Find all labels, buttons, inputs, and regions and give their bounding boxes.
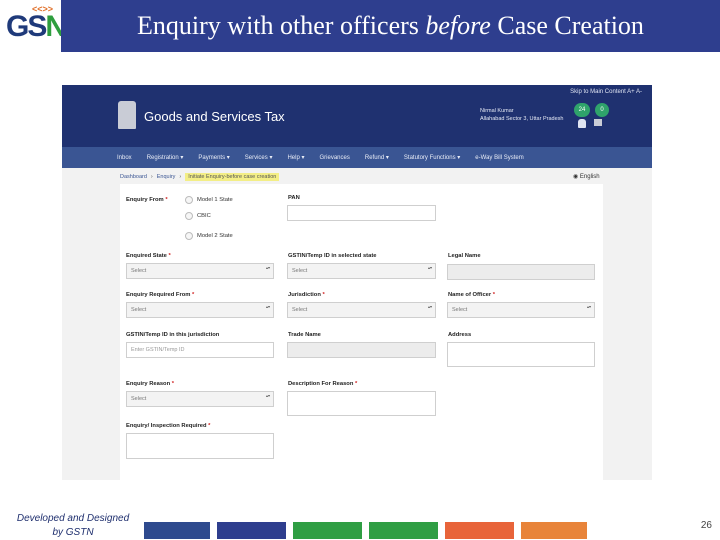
address-label: Address — [448, 332, 472, 338]
slide-title: Enquiry with other officers before Case … — [61, 0, 720, 52]
nav-services[interactable]: Services ▾ — [245, 154, 273, 161]
nav-payments[interactable]: Payments ▾ — [198, 154, 229, 161]
trade-name-field — [287, 342, 436, 358]
gstin-selected-state-select[interactable]: Select — [287, 263, 436, 279]
message-badge[interactable]: 0 — [595, 103, 609, 117]
national-emblem-icon — [118, 101, 136, 129]
jurisdiction-label: Jurisdiction * — [288, 292, 325, 298]
radio-model2-label: Model 2 State — [197, 233, 233, 239]
address-field — [447, 342, 595, 367]
breadcrumb: Dashboard › Enquiry › Initiate Enquiry-b… — [120, 173, 280, 181]
gstin-selected-state-label: GSTIN/Temp ID in selected state — [288, 253, 377, 259]
footer-swatch — [521, 522, 587, 539]
description-reason-label: Description For Reason * — [288, 381, 358, 387]
gstin-jurisdiction-input[interactable]: Enter GSTIN/Temp ID — [126, 342, 274, 358]
enquiry-inspection-label: Enquiry/ Inspection Required * — [126, 423, 211, 429]
slide-header: <<>> GSN Enquiry with other officers bef… — [0, 0, 720, 52]
logo-g: G — [6, 10, 29, 43]
main-nav: Inbox Registration ▾ Payments ▾ Services… — [62, 147, 652, 168]
breadcrumb-current: Initiate Enquiry-before case creation — [185, 173, 280, 181]
title-part-italic: before — [425, 11, 491, 40]
globe-icon: ◉ — [573, 174, 579, 180]
breadcrumb-separator: › — [179, 174, 182, 180]
enquiry-required-from-select[interactable]: Select — [126, 302, 274, 318]
language-label: English — [579, 174, 600, 180]
page-number: 26 — [700, 520, 712, 531]
nav-help-label: Help — [287, 155, 300, 161]
language-selector[interactable]: ◉ English — [573, 173, 600, 180]
user-info[interactable]: Nirmal Kumar Allahabad Sector 3, Uttar P… — [480, 107, 563, 123]
enquiry-required-from-label: Enquiry Required From * — [126, 292, 195, 298]
radio-model1-state[interactable] — [185, 196, 193, 204]
portal-header: Skip to Main Content A+ A- Goods and Ser… — [62, 85, 652, 147]
legal-name-label: Legal Name — [448, 253, 481, 259]
notification-badge[interactable]: 24 — [574, 103, 590, 117]
jurisdiction-select[interactable]: Select — [287, 302, 436, 318]
breadcrumb-dashboard[interactable]: Dashboard — [120, 174, 147, 180]
user-name: Nirmal Kumar — [480, 108, 514, 114]
logo-s: S — [27, 10, 47, 43]
gstin-jurisdiction-label: GSTIN/Temp ID in this jurisdiction — [126, 332, 220, 338]
radio-cbic-label: CBIC — [197, 213, 211, 219]
enquiry-reason-select[interactable]: Select — [126, 391, 274, 407]
portal-screenshot: Skip to Main Content A+ A- Goods and Ser… — [62, 85, 652, 480]
radio-cbic[interactable] — [185, 212, 193, 220]
description-reason-textarea[interactable] — [287, 391, 436, 416]
footer-swatch — [369, 522, 438, 539]
user-office: Allahabad Sector 3, Uttar Pradesh — [480, 116, 564, 122]
breadcrumb-enquiry[interactable]: Enquiry — [157, 174, 176, 180]
footer-swatch — [144, 522, 210, 539]
gstn-logo: <<>> GSN — [0, 0, 67, 52]
nav-grievances[interactable]: Grievances — [320, 155, 350, 161]
nav-registration-label: Registration — [146, 155, 179, 161]
calculator-icon[interactable] — [594, 119, 602, 126]
site-title[interactable]: Goods and Services Tax — [144, 109, 285, 124]
footer-swatch — [445, 522, 514, 539]
bell-icon[interactable] — [578, 119, 586, 128]
enquiry-reason-label: Enquiry Reason * — [126, 381, 175, 387]
nav-help[interactable]: Help ▾ — [287, 154, 304, 161]
logo-letters: GSN — [6, 10, 67, 44]
nav-inbox[interactable]: Inbox — [117, 155, 132, 161]
title-part-1: Enquiry with other officers — [137, 11, 426, 40]
footer-swatch — [217, 522, 286, 539]
footer-credit: Developed and Designed by GSTN — [8, 512, 138, 540]
legal-name-field — [447, 264, 595, 280]
footer-line-1: Developed and Designed — [16, 513, 130, 524]
radio-model1-label: Model 1 State — [197, 197, 233, 203]
enquired-state-label: Enquired State * — [126, 253, 171, 259]
nav-statutory-functions[interactable]: Statutory Functions ▾ — [404, 154, 460, 161]
pan-input[interactable] — [287, 205, 436, 221]
breadcrumb-separator: › — [150, 174, 153, 180]
nav-refund[interactable]: Refund ▾ — [365, 154, 389, 161]
title-part-2: Case Creation — [490, 11, 644, 40]
footer-swatch — [293, 522, 362, 539]
enquiry-form: Enquiry From * Model 1 State CBIC Model … — [120, 184, 603, 480]
name-of-officer-label: Name of Officer * — [448, 292, 496, 298]
nav-registration[interactable]: Registration ▾ — [147, 154, 184, 161]
nav-services-label: Services — [244, 155, 268, 161]
enquiry-inspection-textarea[interactable] — [126, 433, 274, 459]
pan-label: PAN — [288, 195, 300, 201]
enquiry-from-label: Enquiry From * — [126, 197, 168, 203]
skip-link[interactable]: Skip to Main Content A+ A- — [570, 89, 642, 95]
enquired-state-select[interactable]: Select — [126, 263, 274, 279]
nav-statutory-label: Statutory Functions — [403, 155, 456, 161]
nav-payments-label: Payments — [198, 155, 226, 161]
trade-name-label: Trade Name — [288, 332, 321, 338]
footer-line-2: by GSTN — [52, 527, 94, 538]
name-of-officer-select[interactable]: Select — [447, 302, 595, 318]
nav-refund-label: Refund — [364, 155, 385, 161]
nav-eway-bill[interactable]: e-Way Bill System — [475, 155, 523, 161]
radio-model2-state[interactable] — [185, 232, 193, 240]
